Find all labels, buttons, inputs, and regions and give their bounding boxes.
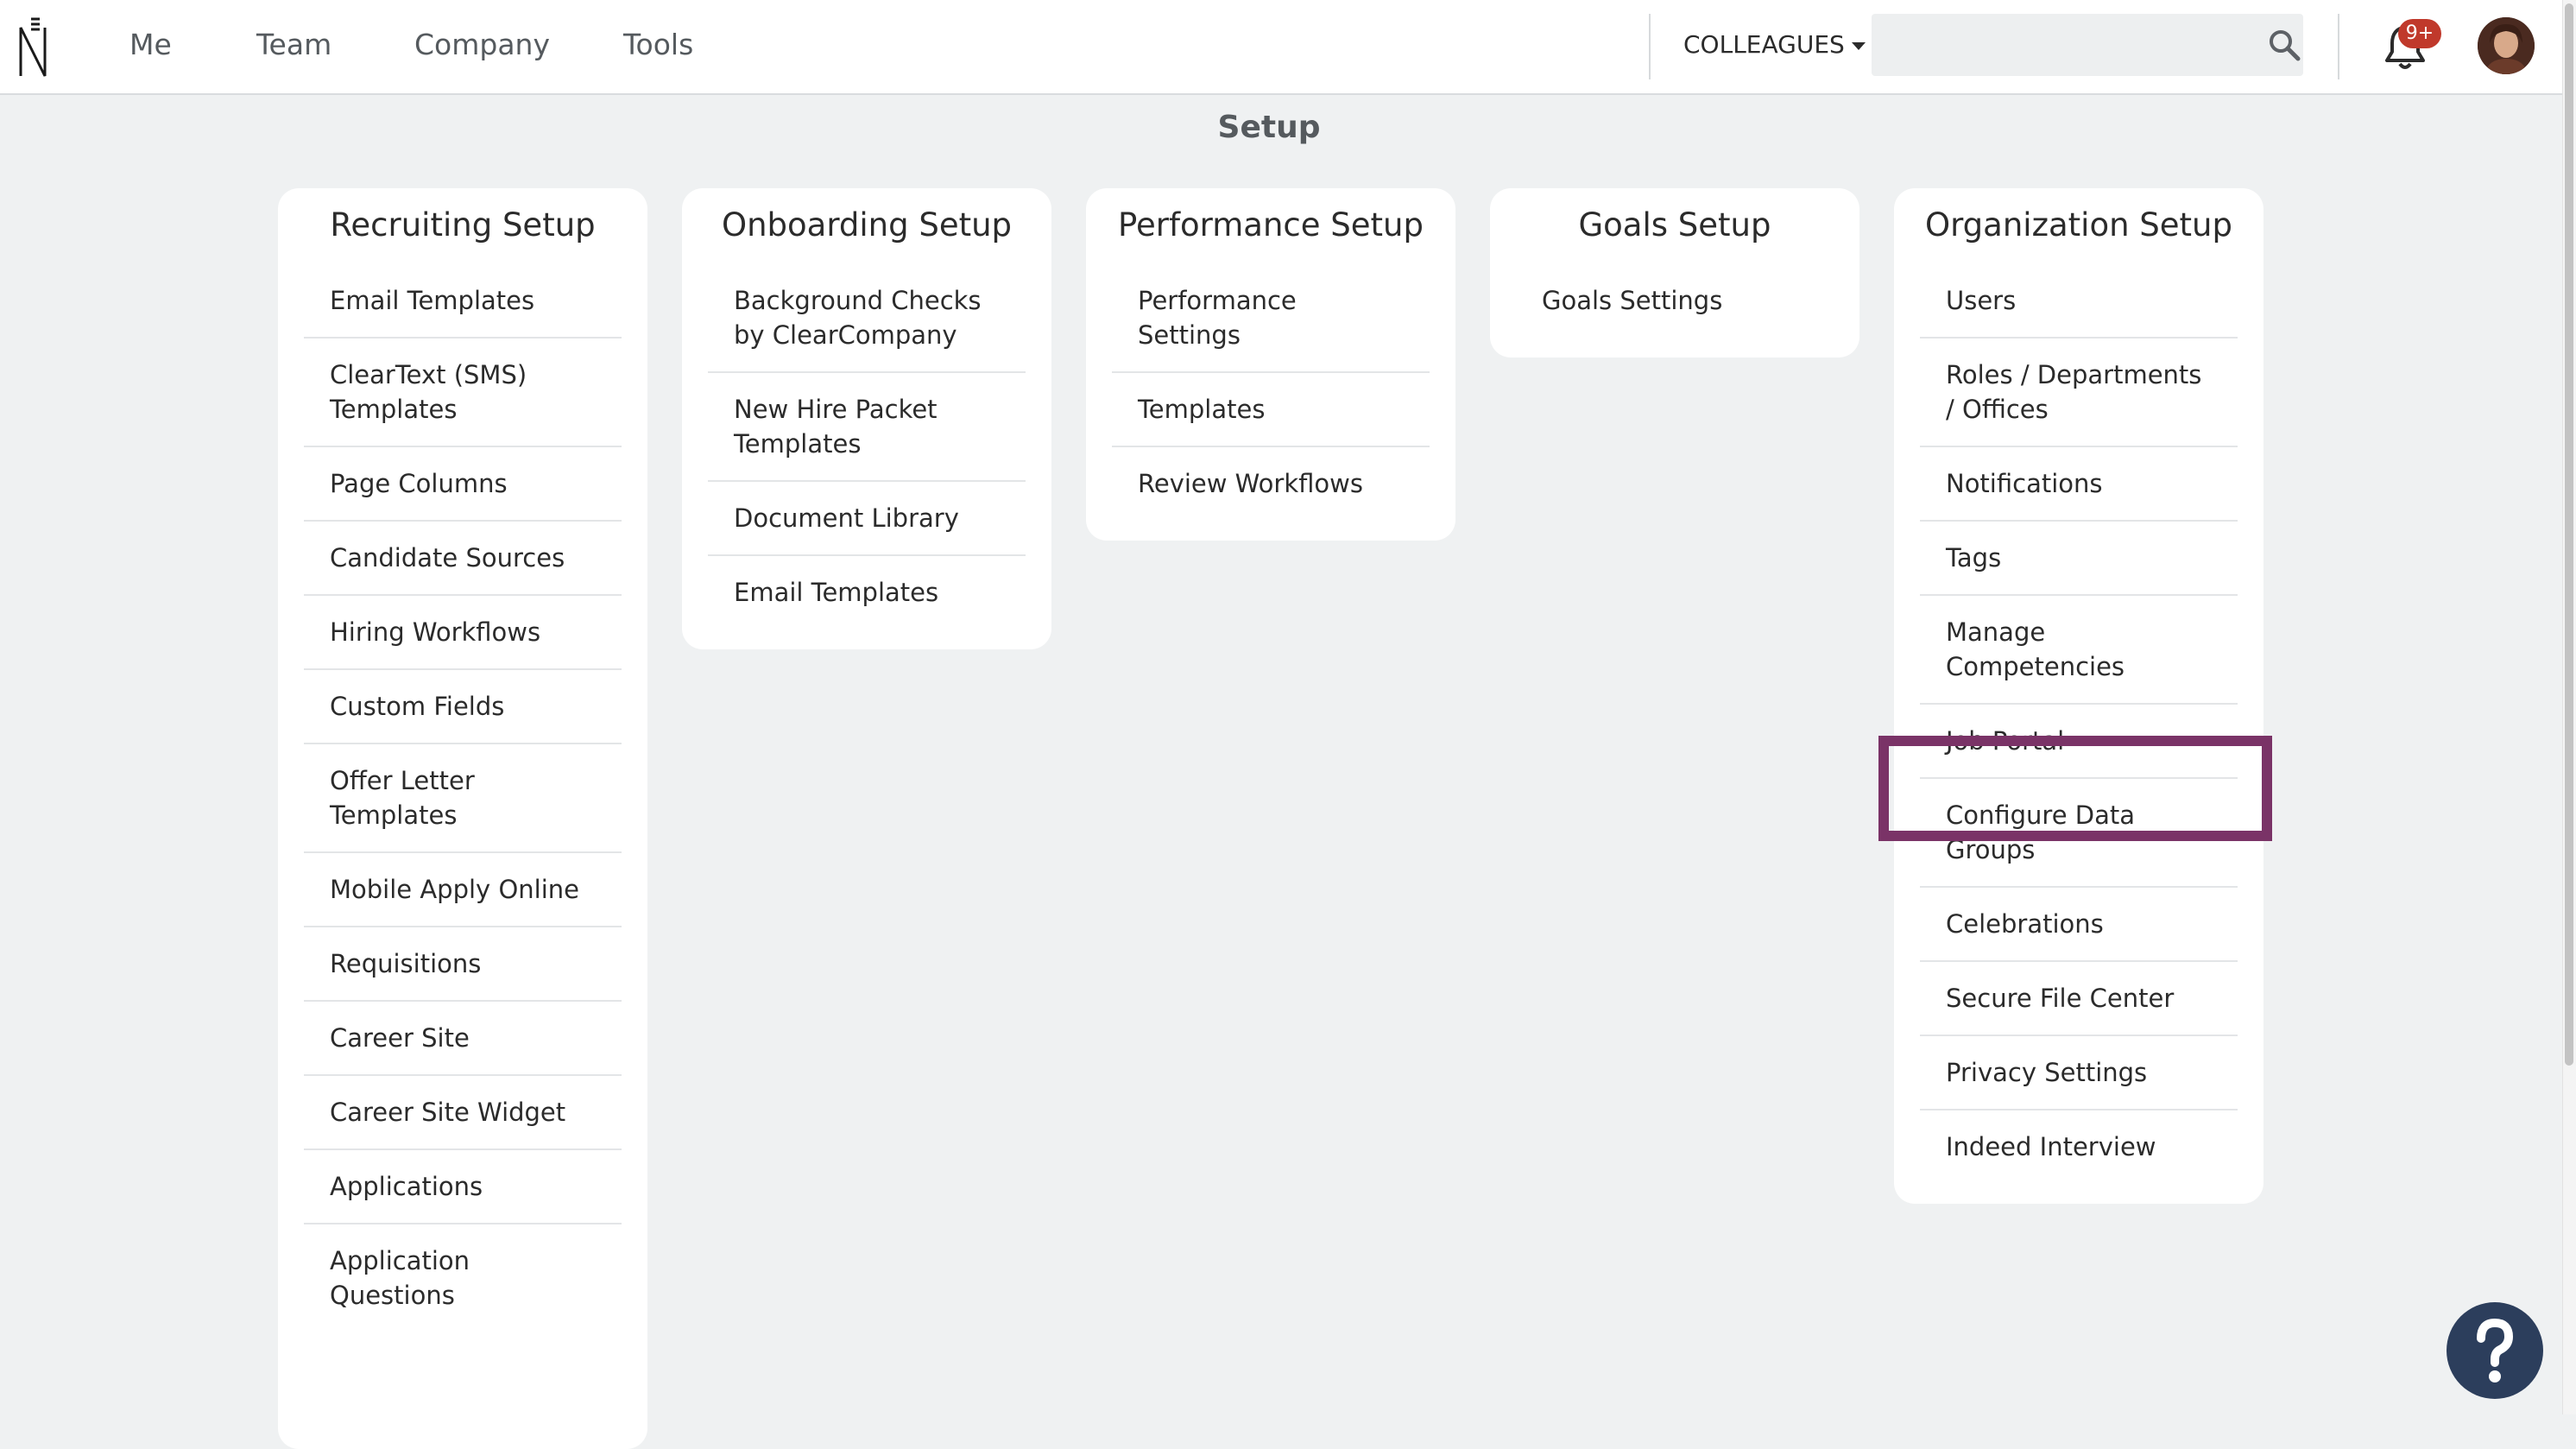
card-title: Performance Setup (1118, 206, 1424, 244)
card-title: Recruiting Setup (330, 206, 596, 244)
nav-me[interactable]: Me (129, 26, 172, 64)
menu-item-indeed-interview[interactable]: Indeed Interview (1920, 1110, 2238, 1183)
nav-company[interactable]: Company (414, 26, 550, 64)
menu-item-review-workflows[interactable]: Review Workflows (1112, 447, 1430, 520)
menu-item-notifications[interactable]: Notifications (1920, 447, 2238, 522)
menu-item-secure-file-center[interactable]: Secure File Center (1920, 962, 2238, 1036)
avatar-image (2478, 17, 2535, 74)
menu-item-career-site-widget[interactable]: Career Site Widget (304, 1076, 622, 1150)
user-avatar[interactable] (2478, 17, 2535, 74)
menu-item-page-columns[interactable]: Page Columns (304, 447, 622, 522)
notification-badge: 9+ (2398, 19, 2441, 48)
nav-tools[interactable]: Tools (623, 26, 693, 64)
menu-item-performance-settings[interactable]: Performance Settings (1112, 264, 1430, 373)
menu-item-roles-departments-offices[interactable]: Roles / Departments / Offices (1920, 339, 2238, 447)
nav-team[interactable]: Team (256, 26, 331, 64)
organization-setup-list: Users Roles / Departments / Offices Noti… (1920, 264, 2238, 1183)
menu-item-goals-settings[interactable]: Goals Settings (1516, 264, 1834, 337)
menu-item-candidate-sources[interactable]: Candidate Sources (304, 522, 622, 596)
search-icon[interactable] (2267, 28, 2301, 62)
menu-item-hiring-workflows[interactable]: Hiring Workflows (304, 596, 622, 670)
menu-item-new-hire-packet-templates[interactable]: New Hire Packet Templates (708, 373, 1026, 482)
menu-item-onboarding-email-templates[interactable]: Email Templates (708, 556, 1026, 629)
menu-item-configure-data-groups[interactable]: Configure Data Groups (1920, 779, 2238, 888)
recruiting-setup-list: Email Templates ClearText (SMS) Template… (304, 264, 622, 1332)
question-icon (2477, 1318, 2514, 1383)
menu-item-document-library[interactable]: Document Library (708, 482, 1026, 556)
menu-item-career-site[interactable]: Career Site (304, 1002, 622, 1076)
logo-icon[interactable] (16, 16, 50, 78)
menu-item-custom-fields[interactable]: Custom Fields (304, 670, 622, 744)
onboarding-setup-card: Onboarding Setup Background Checks by Cl… (682, 188, 1051, 649)
menu-item-background-checks[interactable]: Background Checks by ClearCompany (708, 264, 1026, 373)
page-title: Setup (1217, 110, 1321, 145)
top-navigation-bar: Me Team Company Tools COLLEAGUES 9+ (0, 0, 2562, 95)
card-title: Goals Setup (1578, 206, 1771, 244)
menu-item-applications[interactable]: Applications (304, 1150, 622, 1224)
onboarding-setup-list: Background Checks by ClearCompany New Hi… (708, 264, 1026, 629)
menu-item-cleartext-sms-templates[interactable]: ClearText (SMS) Templates (304, 339, 622, 447)
organization-setup-card: Organization Setup Users Roles / Departm… (1894, 188, 2263, 1204)
performance-setup-list: Performance Settings Templates Review Wo… (1112, 264, 1430, 520)
caret-down-icon (1851, 41, 1866, 50)
card-title: Organization Setup (1925, 206, 2232, 244)
colleagues-label: COLLEAGUES (1683, 30, 1845, 59)
colleagues-dropdown[interactable]: COLLEAGUES (1683, 28, 1866, 62)
goals-setup-list: Goals Settings (1516, 264, 1834, 337)
goals-setup-card: Goals Setup Goals Settings (1490, 188, 1859, 358)
menu-item-manage-competencies[interactable]: Manage Competencies (1920, 596, 2238, 705)
recruiting-setup-card: Recruiting Setup Email Templates ClearTe… (278, 188, 647, 1449)
card-title: Onboarding Setup (721, 206, 1013, 244)
menu-item-performance-templates[interactable]: Templates (1112, 373, 1430, 447)
help-button[interactable] (2447, 1302, 2543, 1399)
menu-item-tags[interactable]: Tags (1920, 522, 2238, 596)
menu-item-application-questions[interactable]: Application Questions (304, 1224, 622, 1332)
scrollbar-thumb[interactable] (2565, 3, 2573, 1066)
topbar-divider (1649, 14, 1651, 79)
menu-item-celebrations[interactable]: Celebrations (1920, 888, 2238, 962)
performance-setup-card: Performance Setup Performance Settings T… (1086, 188, 1455, 541)
menu-item-mobile-apply-online[interactable]: Mobile Apply Online (304, 853, 622, 927)
topbar-divider (2338, 14, 2339, 79)
menu-item-email-templates[interactable]: Email Templates (304, 264, 622, 339)
menu-item-users[interactable]: Users (1920, 264, 2238, 339)
menu-item-requisitions[interactable]: Requisitions (304, 927, 622, 1002)
menu-item-privacy-settings[interactable]: Privacy Settings (1920, 1036, 2238, 1110)
menu-item-job-portal[interactable]: Job Portal (1920, 705, 2238, 779)
search-input[interactable] (1872, 14, 2303, 76)
menu-item-offer-letter-templates[interactable]: Offer Letter Templates (304, 744, 622, 853)
